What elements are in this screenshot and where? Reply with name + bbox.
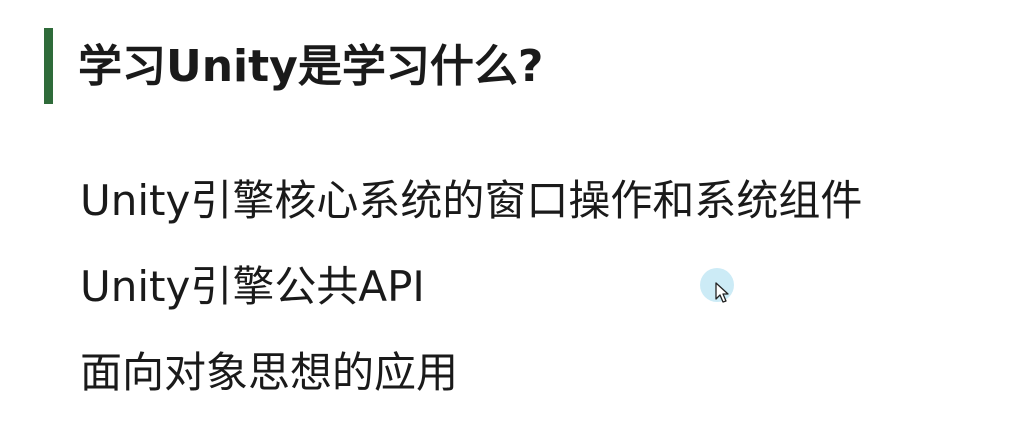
bullet-item: Unity引擎核心系统的窗口操作和系统组件 [80, 176, 863, 225]
bullet-list: Unity引擎核心系统的窗口操作和系统组件 Unity引擎公共API 面向对象思… [80, 172, 862, 428]
slide: 学习Unity是学习什么? Unity引擎核心系统的窗口操作和系统组件 Unit… [0, 0, 1010, 428]
bullet-item: 面向对象思想的应用 [80, 348, 459, 397]
title-accent-bar [44, 28, 53, 104]
mouse-pointer-icon [715, 282, 729, 303]
slide-title: 学习Unity是学习什么? [78, 41, 544, 92]
bullet-item: Unity引擎公共API [80, 262, 425, 311]
mouse-cursor [700, 268, 740, 308]
